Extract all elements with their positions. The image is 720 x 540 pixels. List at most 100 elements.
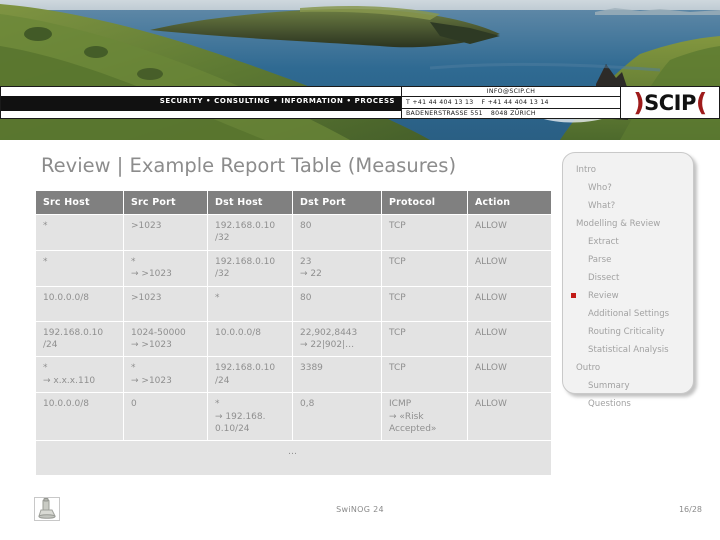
brand-tagline: SECURITY • CONSULTING • INFORMATION • PR… bbox=[160, 97, 395, 105]
sidebar-item-dissect[interactable]: Dissect bbox=[563, 269, 693, 287]
slide-root: SECURITY • CONSULTING • INFORMATION • PR… bbox=[0, 0, 720, 540]
sidebar-item-summary[interactable]: Summary bbox=[563, 377, 693, 395]
table-cell: * bbox=[208, 287, 292, 321]
agenda-sidebar: Intro Who?What?Modelling & ReviewExtract P… bbox=[562, 152, 694, 394]
table-cell: 80 bbox=[293, 215, 381, 250]
scip-logo: )SCIP( bbox=[620, 86, 720, 119]
cell-line: → «Risk bbox=[389, 411, 460, 423]
table-cell: TCP bbox=[382, 322, 467, 357]
sidebar-item-modelling-review[interactable]: Modelling & Review bbox=[563, 215, 693, 233]
table-cell: 192.168.0.10/32 bbox=[208, 251, 292, 286]
sidebar-item-questions[interactable]: Questions bbox=[563, 395, 693, 413]
table-cell: 1024-50000→ >1023 bbox=[124, 322, 207, 357]
cell-line: 80 bbox=[300, 220, 374, 232]
table-cell: *→ >1023 bbox=[124, 357, 207, 392]
table-continuation-cell: … bbox=[36, 441, 551, 475]
cell-line: Accepted» bbox=[389, 423, 460, 435]
cell-line: ALLOW bbox=[475, 398, 544, 410]
cell-line: 192.168.0.10 bbox=[43, 327, 116, 339]
brand-bar: SECURITY • CONSULTING • INFORMATION • PR… bbox=[0, 86, 720, 119]
cell-line: * bbox=[215, 292, 285, 304]
cell-line: → >1023 bbox=[131, 375, 200, 387]
sidebar-item-outro[interactable]: Outro bbox=[563, 359, 693, 377]
cell-line: ALLOW bbox=[475, 256, 544, 268]
footer-page-number: 16/28 bbox=[679, 505, 702, 514]
scip-left-paren: ) bbox=[633, 88, 644, 117]
contact-phone-1: T +41 44 404 13 13 bbox=[402, 99, 478, 106]
cell-line: 22,902,8443 bbox=[300, 327, 374, 339]
table-cell: 192.168.0.10/32 bbox=[208, 215, 292, 250]
contact-email: INFO@SCIP.CH bbox=[402, 88, 620, 95]
table-row: *→ x.x.x.110*→ >1023192.168.0.10/243389T… bbox=[36, 357, 551, 392]
sidebar-item-label: Questions bbox=[588, 400, 631, 409]
table-cell: *→ >1023 bbox=[124, 251, 207, 286]
table-row: * >1023 192.168.0.10/32 80 TCP ALLOW bbox=[36, 215, 551, 250]
cell-line: * bbox=[43, 220, 116, 232]
contact-phone-row: T +41 44 404 13 13 F +41 44 404 13 14 bbox=[402, 96, 620, 108]
sidebar-item-additional-settings[interactable]: Additional Settings bbox=[563, 305, 693, 323]
cell-line: ALLOW bbox=[475, 220, 544, 232]
cell-line: /24 bbox=[43, 339, 116, 351]
sidebar-item-routing-criticality[interactable]: Routing Criticality bbox=[563, 323, 693, 341]
sidebar-item-parse[interactable]: Parse bbox=[563, 251, 693, 269]
sidebar-item-label: Parse bbox=[588, 256, 611, 265]
table-cell: ALLOW bbox=[468, 357, 551, 392]
cell-line: → x.x.x.110 bbox=[43, 375, 116, 387]
cell-line: * bbox=[131, 256, 200, 268]
table-row: 10.0.0.0/8>1023*80TCPALLOW bbox=[36, 287, 551, 321]
table-row: 192.168.0.10/24 1024-50000→ >1023 10.0.0.0… bbox=[36, 322, 551, 357]
sidebar-item-label: Routing Criticality bbox=[588, 328, 665, 337]
cell-line: 192.168.0.10 bbox=[215, 220, 285, 232]
table-cell: TCP bbox=[382, 287, 467, 321]
table-body: *>1023192.168.0.10/3280TCPALLOW**→ >1023… bbox=[36, 215, 551, 475]
cell-line: → 22|902|… bbox=[300, 339, 374, 351]
table-cell: * bbox=[36, 251, 123, 286]
sidebar-item-extract[interactable]: Extract bbox=[563, 233, 693, 251]
table-cell: 192.168.0.10/24 bbox=[208, 357, 292, 392]
table-cell: *→ x.x.x.110 bbox=[36, 357, 123, 392]
column-header-src-host[interactable]: Src Host bbox=[36, 191, 123, 214]
sidebar-item-label: Statistical Analysis bbox=[588, 346, 669, 355]
table-cell: 0,8 bbox=[293, 393, 381, 440]
table-cell: >1023 bbox=[124, 215, 207, 250]
scip-wordmark: )SCIP( bbox=[633, 88, 707, 117]
sidebar-item-label: Additional Settings bbox=[588, 310, 669, 319]
cell-line: * bbox=[215, 398, 285, 410]
column-header-protocol[interactable]: Protocol bbox=[382, 191, 467, 214]
contact-email-row: INFO@SCIP.CH bbox=[402, 87, 620, 96]
table-cell: 23→ 22 bbox=[293, 251, 381, 286]
cell-line: 23 bbox=[300, 256, 374, 268]
cell-line: /24 bbox=[215, 375, 285, 387]
sidebar-item-review[interactable]: Review bbox=[563, 287, 693, 305]
table-cell: ALLOW bbox=[468, 287, 551, 321]
cell-line: → >1023 bbox=[131, 268, 200, 280]
table-cell: 0 bbox=[124, 393, 207, 440]
table-cell: 10.0.0.0/8 bbox=[36, 393, 123, 440]
cell-line: >1023 bbox=[131, 220, 200, 232]
column-header-action[interactable]: Action bbox=[468, 191, 551, 214]
scip-name: SCIP bbox=[644, 91, 696, 115]
table-row: 10.0.0.0/80*→ 192.168.0.10/240,8ICMP→ «R… bbox=[36, 393, 551, 440]
cell-line: 1024-50000 bbox=[131, 327, 200, 339]
table-cell: ALLOW bbox=[468, 251, 551, 286]
cell-line: >1023 bbox=[131, 292, 200, 304]
column-header-dst-host[interactable]: Dst Host bbox=[208, 191, 292, 214]
sidebar-item-label: Outro bbox=[576, 364, 600, 373]
sidebar-item-what[interactable]: What? bbox=[563, 197, 693, 215]
cell-line: 10.0.0.0/8 bbox=[215, 327, 285, 339]
cell-line: * bbox=[43, 362, 116, 374]
sidebar-item-label: Intro bbox=[576, 166, 596, 175]
cell-line: 192.168.0.10 bbox=[215, 362, 285, 374]
cell-line: → 22 bbox=[300, 268, 374, 280]
table-header-row: Src HostSrc PortDst HostDst PortProtocol… bbox=[36, 191, 551, 214]
column-header-dst-port[interactable]: Dst Port bbox=[293, 191, 381, 214]
sidebar-item-label: Review bbox=[588, 292, 619, 301]
contact-city: 8048 ZÜRICH bbox=[487, 110, 540, 117]
column-header-src-port[interactable]: Src Port bbox=[124, 191, 207, 214]
sidebar-item-who[interactable]: Who? bbox=[563, 179, 693, 197]
table-cell: ALLOW bbox=[468, 322, 551, 357]
sidebar-item-intro[interactable]: Intro bbox=[563, 161, 693, 179]
sidebar-item-statistical-analysis[interactable]: Statistical Analysis bbox=[563, 341, 693, 359]
table-cell: TCP bbox=[382, 357, 467, 392]
table-cell: TCP bbox=[382, 215, 467, 250]
